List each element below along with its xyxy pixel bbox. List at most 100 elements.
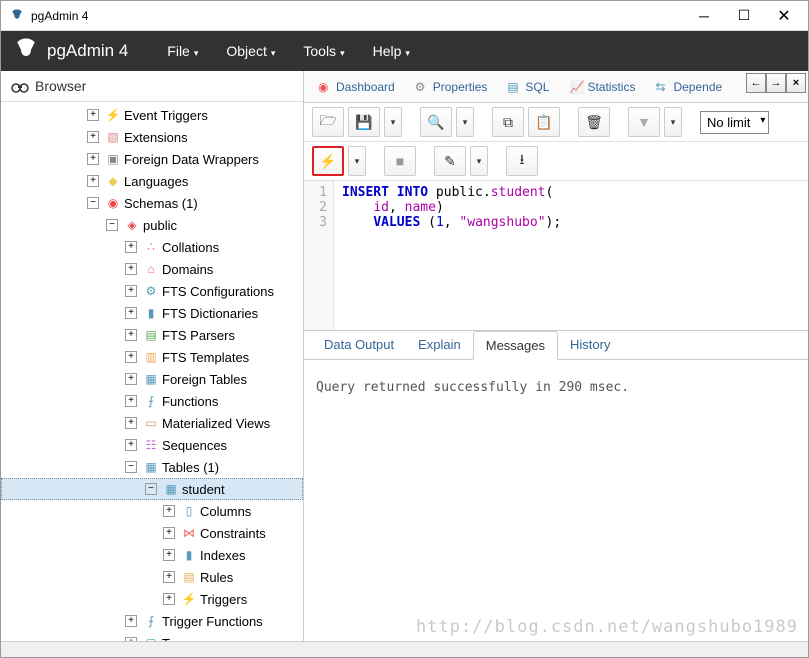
edit-button[interactable]: ✎ xyxy=(434,146,466,176)
app-name: pgAdmin 4 xyxy=(47,41,128,61)
save-button[interactable]: 💾 xyxy=(348,107,380,137)
editor-code[interactable]: INSERT INTO public.student( id, name) VA… xyxy=(334,181,569,330)
tab-dependencies[interactable]: ⇆Depende xyxy=(645,71,732,102)
trigger-icon: ⚡ xyxy=(181,591,197,607)
stop-button[interactable]: ■ xyxy=(384,146,416,176)
tree-item-constraints[interactable]: +⋈Constraints xyxy=(1,522,303,544)
extension-icon: ▧ xyxy=(105,129,121,145)
tree-item-materialized-views[interactable]: +▭Materialized Views xyxy=(1,412,303,434)
execute-dropdown-button[interactable]: ▾ xyxy=(348,146,366,176)
constraint-icon: ⋈ xyxy=(181,525,197,541)
watermark-text: http://blog.csdn.net/wangshubo1989 xyxy=(406,613,808,641)
sql-editor[interactable]: 1 2 3 INSERT INTO public.student( id, na… xyxy=(304,181,808,331)
result-tab-history[interactable]: History xyxy=(558,331,622,359)
save-dropdown-button[interactable]: ▾ xyxy=(384,107,402,137)
tree-item-event-triggers[interactable]: +⚡Event Triggers xyxy=(1,104,303,126)
schema-icon: ◉ xyxy=(105,195,121,211)
tree-item-fts-dictionaries[interactable]: +▮FTS Dictionaries xyxy=(1,302,303,324)
download-icon: ⭳ xyxy=(520,149,525,173)
tree-item-sequences[interactable]: +☷Sequences xyxy=(1,434,303,456)
main-panel: ← → × ◉Dashboard ⚙Properties ▤SQL 📈Stati… xyxy=(304,71,808,641)
column-icon: ▯ xyxy=(181,503,197,519)
tree-item-foreign-data-wrappers[interactable]: +▣Foreign Data Wrappers xyxy=(1,148,303,170)
close-button[interactable]: ✕ xyxy=(764,2,804,30)
minimize-button[interactable]: ─ xyxy=(684,2,724,30)
tree-item-foreign-tables[interactable]: +▦Foreign Tables xyxy=(1,368,303,390)
tree-item-fts-templates[interactable]: +▥FTS Templates xyxy=(1,346,303,368)
binoculars-icon xyxy=(11,79,29,93)
tree-item-fts-configurations[interactable]: +⚙FTS Configurations xyxy=(1,280,303,302)
tree-item-columns[interactable]: +▯Columns xyxy=(1,500,303,522)
open-file-button[interactable]: 🗁 xyxy=(312,107,344,137)
foreign-table-icon: ▦ xyxy=(143,371,159,387)
menu-tools[interactable]: Tools▾ xyxy=(289,43,358,59)
tab-statistics[interactable]: 📈Statistics xyxy=(559,71,645,102)
filter-button[interactable]: ▼ xyxy=(628,107,660,137)
rule-icon: ▤ xyxy=(181,569,197,585)
tree-item-indexes[interactable]: +▮Indexes xyxy=(1,544,303,566)
domain-icon: ⌂ xyxy=(143,261,159,277)
tree-item-extensions[interactable]: +▧Extensions xyxy=(1,126,303,148)
maximize-button[interactable]: ☐ xyxy=(724,2,764,30)
main-tabs: ◉Dashboard ⚙Properties ▤SQL 📈Statistics … xyxy=(304,71,808,103)
menu-help[interactable]: Help▾ xyxy=(359,43,424,59)
tab-nav-buttons: ← → × xyxy=(746,73,806,93)
find-dropdown-button[interactable]: ▾ xyxy=(456,107,474,137)
copy-icon: ⧉ xyxy=(503,114,513,131)
browser-title: Browser xyxy=(35,78,86,94)
tab-dashboard[interactable]: ◉Dashboard xyxy=(308,71,405,102)
result-tab-data-output[interactable]: Data Output xyxy=(312,331,406,359)
window-titlebar: pgAdmin 4 ─ ☐ ✕ xyxy=(1,1,808,31)
object-tree[interactable]: +⚡Event Triggers +▧Extensions +▣Foreign … xyxy=(1,102,303,641)
tree-item-rules[interactable]: +▤Rules xyxy=(1,566,303,588)
menu-object[interactable]: Object▾ xyxy=(212,43,289,59)
tree-item-languages[interactable]: +◆Languages xyxy=(1,170,303,192)
fts-parser-icon: ▤ xyxy=(143,327,159,343)
menu-file[interactable]: File▾ xyxy=(153,43,212,59)
tree-item-collations[interactable]: +∴Collations xyxy=(1,236,303,258)
search-icon: 🔍 xyxy=(427,114,444,131)
result-tab-explain[interactable]: Explain xyxy=(406,331,473,359)
tab-sql[interactable]: ▤SQL xyxy=(497,71,559,102)
row-limit-select[interactable]: No limit xyxy=(700,111,769,134)
tab-close-button[interactable]: × xyxy=(786,73,806,93)
function-icon: ⨍ xyxy=(143,393,159,409)
tab-next-button[interactable]: → xyxy=(766,73,786,93)
query-toolbar-1: 🗁 💾 ▾ 🔍 ▾ ⧉ 📋 🗑 ▼ ▾ No limit xyxy=(304,103,808,142)
tree-item-functions[interactable]: +⨍Functions xyxy=(1,390,303,412)
tree-item-fts-parsers[interactable]: +▤FTS Parsers xyxy=(1,324,303,346)
dashboard-icon: ◉ xyxy=(318,80,332,94)
tree-item-schemas[interactable]: −◉Schemas (1) xyxy=(1,192,303,214)
type-icon: ▢ xyxy=(143,635,159,641)
edit-dropdown-button[interactable]: ▾ xyxy=(470,146,488,176)
tab-properties[interactable]: ⚙Properties xyxy=(405,71,498,102)
execute-button[interactable]: ⚡ xyxy=(312,146,344,176)
paste-button[interactable]: 📋 xyxy=(528,107,560,137)
result-tab-messages[interactable]: Messages xyxy=(473,331,558,360)
sql-icon: ▤ xyxy=(507,80,521,94)
tree-item-public[interactable]: −◈public xyxy=(1,214,303,236)
tree-item-trigger-functions[interactable]: +⨍Trigger Functions xyxy=(1,610,303,632)
tree-item-student[interactable]: −▦student xyxy=(1,478,303,500)
tree-item-tables[interactable]: −▦Tables (1) xyxy=(1,456,303,478)
tree-item-triggers[interactable]: +⚡Triggers xyxy=(1,588,303,610)
delete-button[interactable]: 🗑 xyxy=(578,107,610,137)
copy-button[interactable]: ⧉ xyxy=(492,107,524,137)
tree-item-types[interactable]: +▢Types xyxy=(1,632,303,641)
stop-icon: ■ xyxy=(396,153,404,169)
schema-public-icon: ◈ xyxy=(124,217,140,233)
find-button[interactable]: 🔍 xyxy=(420,107,452,137)
menubar: pgAdmin 4 File▾ Object▾ Tools▾ Help▾ xyxy=(1,31,808,71)
dependencies-icon: ⇆ xyxy=(655,80,669,94)
tab-prev-button[interactable]: ← xyxy=(746,73,766,93)
result-tabs: Data Output Explain Messages History xyxy=(304,331,808,360)
fts-conf-icon: ⚙ xyxy=(143,283,159,299)
trigger-icon: ⚡ xyxy=(105,107,121,123)
paste-icon: 📋 xyxy=(535,114,552,131)
language-icon: ◆ xyxy=(105,173,121,189)
matview-icon: ▭ xyxy=(143,415,159,431)
download-button[interactable]: ⭳ xyxy=(506,146,538,176)
sequence-icon: ☷ xyxy=(143,437,159,453)
filter-dropdown-button[interactable]: ▾ xyxy=(664,107,682,137)
tree-item-domains[interactable]: +⌂Domains xyxy=(1,258,303,280)
